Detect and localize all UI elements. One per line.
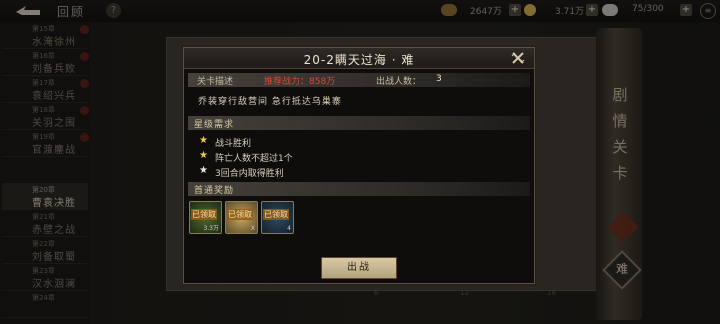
claimed-tag: 已领取 bbox=[227, 209, 253, 220]
stage-description: 乔装穿行敌营间 急行抵达乌巢寨 bbox=[198, 97, 342, 107]
stage-info-bar bbox=[188, 73, 530, 87]
stage-detail-modal: 20-2瞒天过海 · 难 关卡描述 推荐战力：858万 出战人数： 3 乔装穿行… bbox=[183, 47, 535, 284]
star-requirement: 战斗胜利 bbox=[215, 139, 252, 149]
star-requirement: 阵亡人数不超过1个 bbox=[215, 154, 293, 164]
star-section-bar bbox=[188, 116, 530, 130]
reward-item[interactable]: 已领取 3.3万 bbox=[189, 201, 222, 234]
reward-section-bar bbox=[188, 182, 530, 196]
reward-item[interactable]: 已领取 X bbox=[225, 201, 258, 234]
modal-header: 20-2瞒天过海 · 难 bbox=[184, 48, 534, 69]
troops-label: 出战人数： bbox=[376, 77, 422, 87]
reward-count: X bbox=[250, 225, 255, 232]
troops-value: 3 bbox=[436, 74, 442, 84]
battle-button[interactable]: 出战 bbox=[321, 257, 397, 279]
star-requirement: 3回合内取得胜利 bbox=[215, 169, 284, 179]
claimed-tag: 已领取 bbox=[263, 209, 289, 220]
claimed-tag: 已领取 bbox=[191, 209, 217, 220]
star-section-label: 星级需求 bbox=[194, 120, 235, 130]
reward-count: 4 bbox=[287, 225, 291, 232]
modal-title: 20-2瞒天过海 · 难 bbox=[303, 53, 415, 67]
close-icon[interactable] bbox=[511, 51, 525, 65]
star-icon: ★ bbox=[199, 135, 208, 146]
stage-desc-label: 关卡描述 bbox=[197, 77, 234, 87]
reward-section-label: 首通奖励 bbox=[194, 186, 235, 196]
recommended-power: 推荐战力：858万 bbox=[264, 77, 336, 87]
reward-item[interactable]: 已领取 4 bbox=[261, 201, 294, 234]
star-icon: ★ bbox=[199, 150, 208, 161]
reward-count: 3.3万 bbox=[203, 225, 219, 232]
star-icon: ★ bbox=[199, 165, 208, 176]
